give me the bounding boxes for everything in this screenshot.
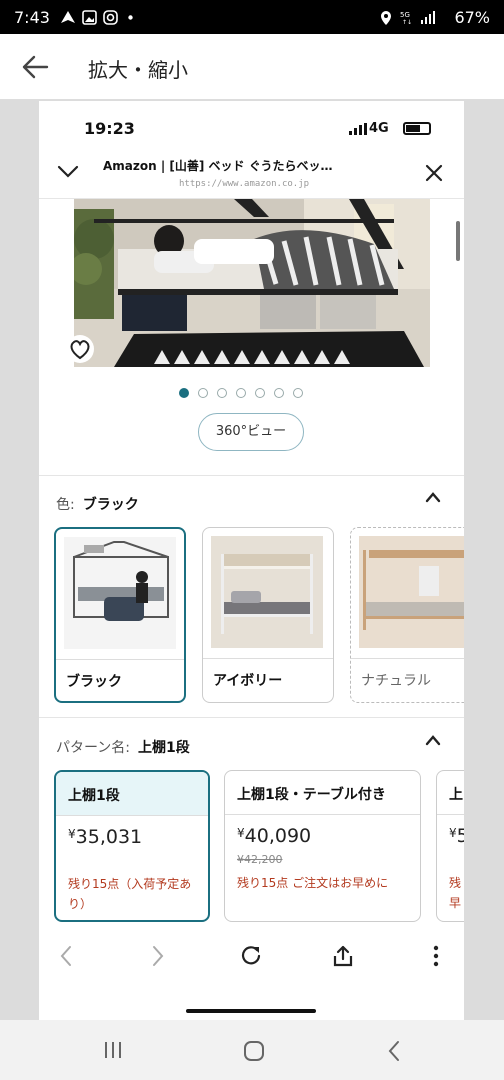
pattern-option-2[interactable]: 上棚1段・テーブル付き ¥40,090 ¥42,200 残り15点 ご注文はお早… [224, 770, 421, 922]
close-icon[interactable] [425, 164, 443, 182]
back-chevron-icon[interactable] [59, 945, 73, 967]
app-bar: 拡大・縮小 [0, 34, 504, 100]
pattern-price: ¥35,031 [68, 826, 142, 848]
inner-signal-icon [349, 123, 367, 135]
view-360-button[interactable]: 360°ビュー [198, 413, 304, 451]
color-option-black[interactable]: ブラック [54, 527, 186, 703]
navigation-arrow-icon [61, 11, 75, 23]
5g-icon: 5G↑↓ [400, 11, 412, 25]
color-name: ナチュラル [361, 673, 431, 689]
collapse-chevron-up-icon[interactable] [425, 491, 441, 503]
original-price: ¥42,200 [237, 853, 283, 866]
reload-icon[interactable] [240, 945, 262, 967]
color-name: ブラック [66, 674, 122, 690]
instagram-icon [103, 10, 118, 25]
product-photo[interactable] [74, 199, 430, 367]
inner-status-bar: 19:23 4G [39, 101, 464, 147]
recent-apps-icon[interactable] [103, 1040, 123, 1060]
location-icon [381, 11, 391, 25]
stock-status: 残り15点（入荷予定あり） [68, 877, 192, 911]
system-navigation-bar [0, 1020, 504, 1080]
home-icon[interactable] [243, 1040, 265, 1062]
color-option-natural[interactable]: ナチュラル [350, 527, 464, 703]
price-value: 35,031 [75, 826, 143, 848]
back-arrow-icon[interactable] [20, 54, 50, 80]
browser-url-bar: Amazon | [山善] ベッド ぐうたらベッ… https://www.am… [39, 147, 464, 199]
divider [39, 717, 464, 718]
collapse-chevron-up-icon[interactable] [425, 734, 441, 746]
pattern-option-3[interactable]: 上 ¥5 残早 [436, 770, 464, 922]
more-menu-icon[interactable] [433, 945, 439, 967]
share-icon[interactable] [332, 945, 354, 967]
carousel-dot[interactable] [293, 388, 303, 398]
divider [203, 658, 333, 659]
svg-text:5G: 5G [400, 11, 410, 19]
color-thumb-black [64, 537, 176, 649]
color-thumb-natural [359, 536, 464, 648]
pattern-name: 上棚1段・テーブル付き [225, 771, 420, 815]
color-thumb-ivory [211, 536, 323, 648]
zoomed-screenshot[interactable]: 19:23 4G Amazon | [山善] ベッド ぐうたらベッ… https… [39, 101, 464, 1020]
notification-dot-icon [128, 15, 133, 20]
stock-status: 残早 [449, 876, 462, 910]
carousel-dot[interactable] [217, 388, 227, 398]
pattern-value: 上棚1段 [138, 740, 190, 756]
inner-network: 4G [369, 121, 389, 136]
chevron-down-icon[interactable] [57, 165, 79, 179]
currency-symbol: ¥ [237, 826, 245, 840]
battery-percent: 67% [454, 8, 490, 27]
color-name: アイボリー [213, 673, 283, 689]
inner-time: 19:23 [84, 119, 135, 138]
browser-page-title: Amazon | [山善] ベッド ぐうたらベッ… [103, 159, 333, 173]
carousel-dot[interactable] [198, 388, 208, 398]
pattern-price: ¥40,090 [237, 825, 311, 847]
signal-icon [421, 11, 435, 24]
color-value: ブラック [82, 497, 139, 513]
currency-symbol: ¥ [449, 826, 457, 840]
divider [56, 659, 184, 660]
pattern-price: ¥5 [449, 825, 464, 847]
browser-toolbar [39, 933, 464, 977]
carousel-dot[interactable] [236, 388, 246, 398]
carousel-indicators [179, 388, 303, 400]
divider [39, 475, 464, 476]
carousel-dot[interactable] [255, 388, 265, 398]
pattern-section-title: パターン名: 上棚1段 [56, 737, 190, 757]
page-title: 拡大・縮小 [88, 58, 188, 82]
divider [351, 658, 464, 659]
pattern-option-1[interactable]: 上棚1段 ¥35,031 残り15点（入荷予定あり） [54, 770, 210, 922]
carousel-dot[interactable] [179, 388, 189, 398]
browser-url: https://www.amazon.co.jp [179, 179, 310, 189]
status-time: 7:43 [14, 8, 50, 27]
favorite-heart-icon[interactable] [66, 335, 94, 363]
price-value: 40,090 [244, 825, 312, 847]
pattern-label: パターン名: [56, 740, 131, 756]
scrollbar[interactable] [456, 221, 460, 261]
home-indicator [186, 1009, 316, 1013]
pattern-name: 上 [437, 771, 464, 815]
pattern-name: 上棚1段 [56, 772, 208, 816]
stock-status: 残り15点 ご注文はお早めに [237, 876, 389, 890]
image-icon [82, 10, 97, 25]
price-value: 5 [457, 825, 464, 847]
back-icon[interactable] [386, 1040, 402, 1062]
currency-symbol: ¥ [68, 827, 76, 841]
color-option-ivory[interactable]: アイボリー [202, 527, 334, 703]
carousel-dot[interactable] [274, 388, 284, 398]
color-label: 色: [56, 497, 75, 513]
system-status-bar: 7:43 5G ↑↓ 67% [0, 0, 504, 34]
color-section-title: 色: ブラック [56, 494, 139, 514]
svg-text:↑↓: ↑↓ [402, 19, 412, 25]
inner-battery-icon [403, 122, 431, 135]
forward-chevron-icon[interactable] [151, 945, 165, 967]
